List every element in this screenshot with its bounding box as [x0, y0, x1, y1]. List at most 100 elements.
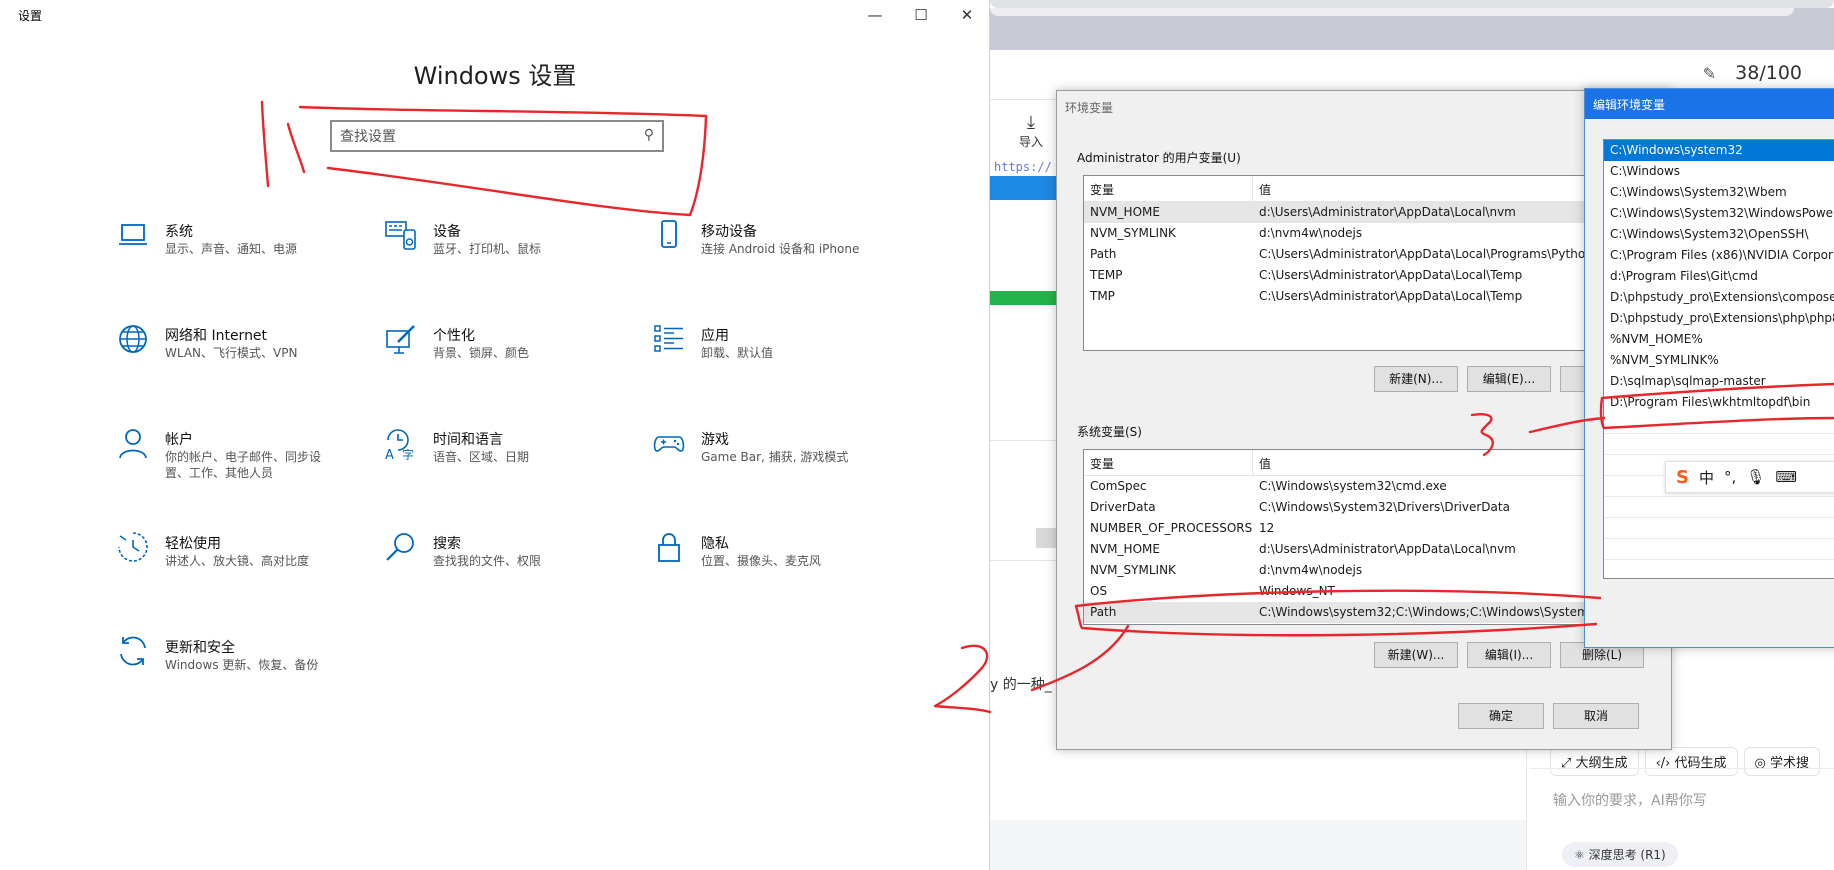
close-button[interactable]: ✕ — [944, 2, 990, 28]
path-entry[interactable]: D:\sqlmap\sqlmap-master — [1604, 371, 1834, 392]
sys-edit-button[interactable]: 编辑(I)... — [1467, 642, 1551, 668]
user-vars-label: Administrator 的用户变量(U) — [1077, 151, 1241, 165]
tile-accounts[interactable]: 帐户 你的帐户、电子邮件、同步设置、工作、其他人员 — [116, 426, 406, 496]
svg-text:字: 字 — [402, 447, 414, 460]
tile-gaming[interactable]: 游戏 Game Bar, 捕获, 游戏模式 — [652, 426, 942, 496]
tile-title: 网络和 Internet — [165, 328, 268, 344]
browser-top-bar — [990, 0, 1834, 8]
magic-wand-icon[interactable]: ✎ — [1703, 64, 1716, 83]
tile-network[interactable]: 网络和 Internet WLAN、飞行模式、VPN — [116, 322, 406, 392]
tile-desc: 卸载、默认值 — [701, 346, 774, 360]
tile-system[interactable]: 系统 显示、声音、通知、电源 — [116, 218, 406, 288]
tile-desc: 你的帐户、电子邮件、同步设置、工作、其他人员 — [165, 450, 322, 480]
path-entry-new[interactable]: D:\Program Files\wkhtmltopdf\bin — [1604, 392, 1834, 413]
path-entry[interactable]: C:\Windows — [1604, 161, 1834, 182]
tile-title: 游戏 — [701, 432, 729, 448]
punctuation-icon[interactable]: °, — [1724, 468, 1736, 486]
tile-title: 搜索 — [433, 536, 461, 552]
sys-vars-label: 系统变量(S) — [1077, 425, 1142, 439]
sys-new-button[interactable]: 新建(W)... — [1374, 642, 1458, 668]
tile-title: 帐户 — [165, 432, 193, 448]
deep-think-button[interactable]: ⚛ 深度思考 (R1) — [1562, 842, 1678, 867]
tile-desc: Windows 更新、恢复、备份 — [165, 658, 319, 672]
title-bar: 设置 — ☐ ✕ — [0, 0, 990, 30]
path-entries-list[interactable]: C:\Windows\system32 C:\Windows C:\Window… — [1603, 139, 1834, 579]
ime-language[interactable]: 中 — [1699, 467, 1714, 488]
ok-button[interactable]: 确定 — [1458, 703, 1544, 729]
sogou-logo-icon: S — [1676, 466, 1689, 488]
settings-window: 设置 — ☐ ✕ Windows 设置 ⚲ 系统 显示、声音、通知、电源 设备 … — [0, 0, 990, 870]
path-entry[interactable]: C:\Windows\system32 — [1604, 140, 1834, 161]
search-icon — [386, 533, 414, 561]
update-icon — [120, 636, 146, 666]
text-fragment: y 的一种_ — [990, 677, 1052, 693]
ime-toolbar[interactable]: S 中 °, 🎙 ⌨ — [1665, 461, 1834, 493]
tile-desc: 位置、摄像头、麦克风 — [701, 554, 822, 568]
tile-apps[interactable]: 应用 卸载、默认值 — [652, 322, 942, 392]
ai-input-field[interactable]: 输入你的要求，AI帮你写 — [1553, 790, 1707, 810]
maximize-button[interactable]: ☐ — [898, 2, 944, 28]
phone-icon — [661, 220, 677, 248]
path-entry[interactable]: d:\Program Files\Git\cmd — [1604, 266, 1834, 287]
divider — [990, 560, 1060, 561]
search-box[interactable]: ⚲ — [330, 120, 664, 152]
cancel-button[interactable]: 取消 — [1553, 703, 1639, 729]
person-icon — [119, 429, 147, 459]
tile-devices[interactable]: 设备 蓝牙、打印机、鼠标 — [384, 218, 674, 288]
lock-icon — [658, 533, 680, 562]
empty-row[interactable] — [1604, 539, 1834, 560]
tile-mobile[interactable]: 移动设备 连接 Android 设备和 iPhone — [652, 218, 942, 288]
path-entry[interactable]: C:\Windows\System32\Wbem — [1604, 182, 1834, 203]
tile-time-language[interactable]: A字 时间和语言 语音、区域、日期 — [384, 426, 674, 496]
tile-title: 隐私 — [701, 536, 729, 552]
laptop-icon — [119, 224, 147, 245]
tile-title: 个性化 — [433, 328, 475, 344]
path-entry[interactable]: C:\Windows\System32\WindowsPowerShell — [1604, 203, 1834, 224]
search-input[interactable] — [340, 127, 630, 147]
user-new-button[interactable]: 新建(N)... — [1374, 366, 1458, 392]
env-vars-dialog: 环境变量 Administrator 的用户变量(U) 变量 值 NVM_HOM… — [1056, 90, 1683, 750]
user-edit-button[interactable]: 编辑(E)... — [1467, 366, 1551, 392]
time-language-icon: A字 — [385, 429, 414, 460]
editor-bottom-area — [990, 820, 1526, 870]
dialog-title-bar: 编辑环境变量 — [1585, 89, 1834, 119]
empty-row[interactable] — [1604, 413, 1834, 434]
search-icon: ⚲ — [643, 127, 654, 143]
minimize-button[interactable]: — — [852, 2, 898, 28]
tile-title: 移动设备 — [701, 224, 757, 240]
col-header-value[interactable]: 值 — [1259, 181, 1271, 198]
tile-desc: 蓝牙、打印机、鼠标 — [433, 242, 542, 256]
divider — [990, 440, 1060, 441]
tile-desc: 背景、锁屏、颜色 — [433, 346, 530, 360]
path-entry[interactable]: %NVM_SYMLINK% — [1604, 350, 1834, 371]
path-entry[interactable]: D:\phpstudy_pro\Extensions\php\php8 — [1604, 308, 1834, 329]
tile-update-security[interactable]: 更新和安全 Windows 更新、恢复、备份 — [116, 634, 406, 704]
apps-list-icon — [654, 325, 683, 352]
path-entry[interactable]: C:\Windows\System32\OpenSSH\ — [1604, 224, 1834, 245]
tile-ease-of-access[interactable]: 轻松使用 讲述人、放大镜、高对比度 — [116, 530, 406, 600]
tile-desc: WLAN、飞行模式、VPN — [165, 346, 298, 360]
microphone-icon[interactable]: 🎙 — [1746, 468, 1765, 486]
import-label: 导入 — [1018, 135, 1043, 149]
empty-row[interactable] — [1604, 434, 1834, 455]
tile-search[interactable]: 搜索 查找我的文件、权限 — [384, 530, 674, 600]
path-entry[interactable]: D:\phpstudy_pro\Extensions\composer — [1604, 287, 1834, 308]
globe-icon — [119, 325, 147, 353]
edit-env-dialog: 编辑环境变量 C:\Windows\system32 C:\Windows C:… — [1584, 88, 1834, 648]
keyboard-icon[interactable]: ⌨ — [1775, 468, 1797, 486]
devices-icon — [385, 221, 416, 250]
tile-title: 轻松使用 — [165, 536, 221, 552]
word-counter: 38/100 — [1735, 62, 1802, 84]
path-entry[interactable]: %NVM_HOME% — [1604, 329, 1834, 350]
col-header-name[interactable]: 变量 — [1090, 181, 1114, 198]
import-button[interactable]: ⤓ 导入 — [1010, 113, 1052, 150]
col-header-name[interactable]: 变量 — [1090, 455, 1114, 472]
col-header-value[interactable]: 值 — [1259, 455, 1271, 472]
empty-row[interactable] — [1604, 518, 1834, 539]
empty-row[interactable] — [1604, 497, 1834, 518]
browser-tab-bar — [990, 8, 1834, 50]
tile-privacy[interactable]: 隐私 位置、摄像头、麦克风 — [652, 530, 942, 600]
tile-personalization[interactable]: 个性化 背景、锁屏、颜色 — [384, 322, 674, 392]
path-entry[interactable]: C:\Program Files (x86)\NVIDIA Corpor — [1604, 245, 1834, 266]
tile-title: 更新和安全 — [165, 640, 235, 656]
